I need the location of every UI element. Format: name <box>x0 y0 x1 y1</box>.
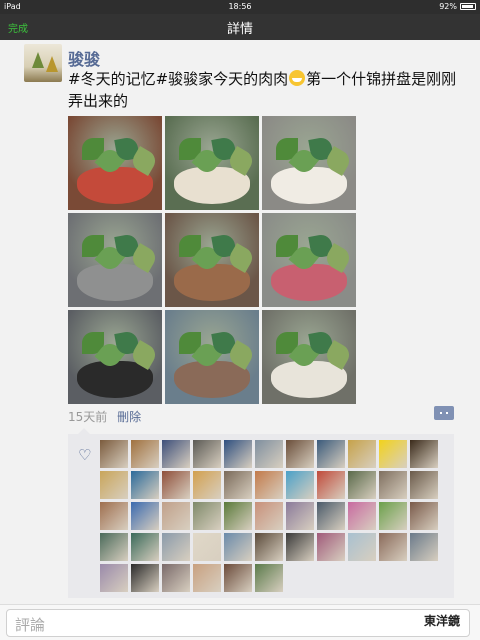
watermark: 東洋鏡 <box>424 614 461 628</box>
liker-avatar[interactable] <box>131 502 159 530</box>
liker-avatar[interactable] <box>317 440 345 468</box>
liker-avatar[interactable] <box>193 471 221 499</box>
liker-avatar[interactable] <box>193 533 221 561</box>
liker-avatar[interactable] <box>193 440 221 468</box>
comment-bar: 評論 <box>0 604 480 640</box>
liker-avatar[interactable] <box>286 502 314 530</box>
nav-bar: 完成 詳情 <box>0 14 480 40</box>
liker-avatar[interactable] <box>162 440 190 468</box>
likes-section: ♡ <box>68 428 454 598</box>
comment-menu-icon[interactable] <box>434 406 454 420</box>
post-text-part: #冬天的记忆#骏骏家今天的肉肉 <box>68 70 289 88</box>
liker-avatar[interactable] <box>193 502 221 530</box>
liker-avatar[interactable] <box>100 533 128 561</box>
battery-icon <box>460 3 476 10</box>
page-title: 詳情 <box>226 22 253 37</box>
post-photo[interactable] <box>262 213 356 307</box>
post-photo[interactable] <box>165 213 259 307</box>
status-time: 18:56 <box>228 2 252 11</box>
post-photo[interactable] <box>68 213 162 307</box>
liker-avatar[interactable] <box>224 471 252 499</box>
liker-avatar[interactable] <box>224 533 252 561</box>
liker-avatar[interactable] <box>224 502 252 530</box>
liker-avatar[interactable] <box>131 471 159 499</box>
liker-avatar[interactable] <box>410 502 438 530</box>
liker-avatar[interactable] <box>100 564 128 592</box>
liker-avatar[interactable] <box>317 502 345 530</box>
liker-avatar[interactable] <box>286 533 314 561</box>
liker-avatar[interactable] <box>286 440 314 468</box>
post-time: 15天前 <box>68 410 108 424</box>
liker-avatar[interactable] <box>162 533 190 561</box>
liker-avatar[interactable] <box>100 471 128 499</box>
liker-avatar[interactable] <box>379 502 407 530</box>
liker-avatar[interactable] <box>100 502 128 530</box>
photo-grid <box>68 116 358 404</box>
likes-pointer <box>78 428 90 434</box>
liker-avatar[interactable] <box>224 564 252 592</box>
liker-avatar[interactable] <box>255 440 283 468</box>
liker-avatar[interactable] <box>131 533 159 561</box>
liker-avatar[interactable] <box>379 533 407 561</box>
post-photo[interactable] <box>165 310 259 404</box>
liker-avatar[interactable] <box>255 502 283 530</box>
liker-avatar[interactable] <box>162 502 190 530</box>
liker-avatar[interactable] <box>317 533 345 561</box>
liker-avatar[interactable] <box>255 471 283 499</box>
liker-avatar[interactable] <box>379 440 407 468</box>
battery-fill <box>462 5 474 8</box>
liker-avatar[interactable] <box>193 564 221 592</box>
liker-avatar[interactable] <box>286 471 314 499</box>
liker-avatar[interactable] <box>131 564 159 592</box>
liker-avatar[interactable] <box>100 440 128 468</box>
post-photo[interactable] <box>165 116 259 210</box>
post-photo[interactable] <box>68 310 162 404</box>
battery-percent: 92% <box>439 2 457 11</box>
post-meta: 15天前 刪除 <box>68 408 141 425</box>
battery-status: 92% <box>439 2 476 11</box>
liker-avatar[interactable] <box>410 533 438 561</box>
liker-avatar[interactable] <box>348 533 376 561</box>
liker-avatar[interactable] <box>162 564 190 592</box>
post-text: #冬天的记忆#骏骏家今天的肉肉 第一个什锦拼盘是刚刚弄出来的 <box>68 68 458 112</box>
avatar-tree-shape <box>46 56 58 72</box>
delete-button[interactable]: 刪除 <box>117 410 141 424</box>
post-photo[interactable] <box>68 116 162 210</box>
liker-avatar[interactable] <box>224 440 252 468</box>
liker-avatar[interactable] <box>348 502 376 530</box>
post-photo[interactable] <box>262 310 356 404</box>
liker-avatar[interactable] <box>162 471 190 499</box>
grinning-face-icon <box>289 70 306 86</box>
post-photo[interactable] <box>262 116 356 210</box>
avatar-tree-shape <box>32 52 44 68</box>
liker-avatar[interactable] <box>379 471 407 499</box>
author-avatar[interactable] <box>24 44 62 82</box>
liker-avatar[interactable] <box>255 533 283 561</box>
liker-avatar[interactable] <box>348 440 376 468</box>
liker-avatar[interactable] <box>410 471 438 499</box>
liker-avatar[interactable] <box>348 471 376 499</box>
liker-avatar[interactable] <box>131 440 159 468</box>
liker-avatar[interactable] <box>317 471 345 499</box>
status-bar: iPad 18:56 92% <box>0 0 480 14</box>
heart-icon: ♡ <box>78 446 92 464</box>
liker-avatar[interactable] <box>255 564 283 592</box>
comment-input[interactable]: 評論 <box>6 609 470 637</box>
liker-avatar[interactable] <box>410 440 438 468</box>
author-name[interactable]: 骏骏 <box>68 46 100 70</box>
